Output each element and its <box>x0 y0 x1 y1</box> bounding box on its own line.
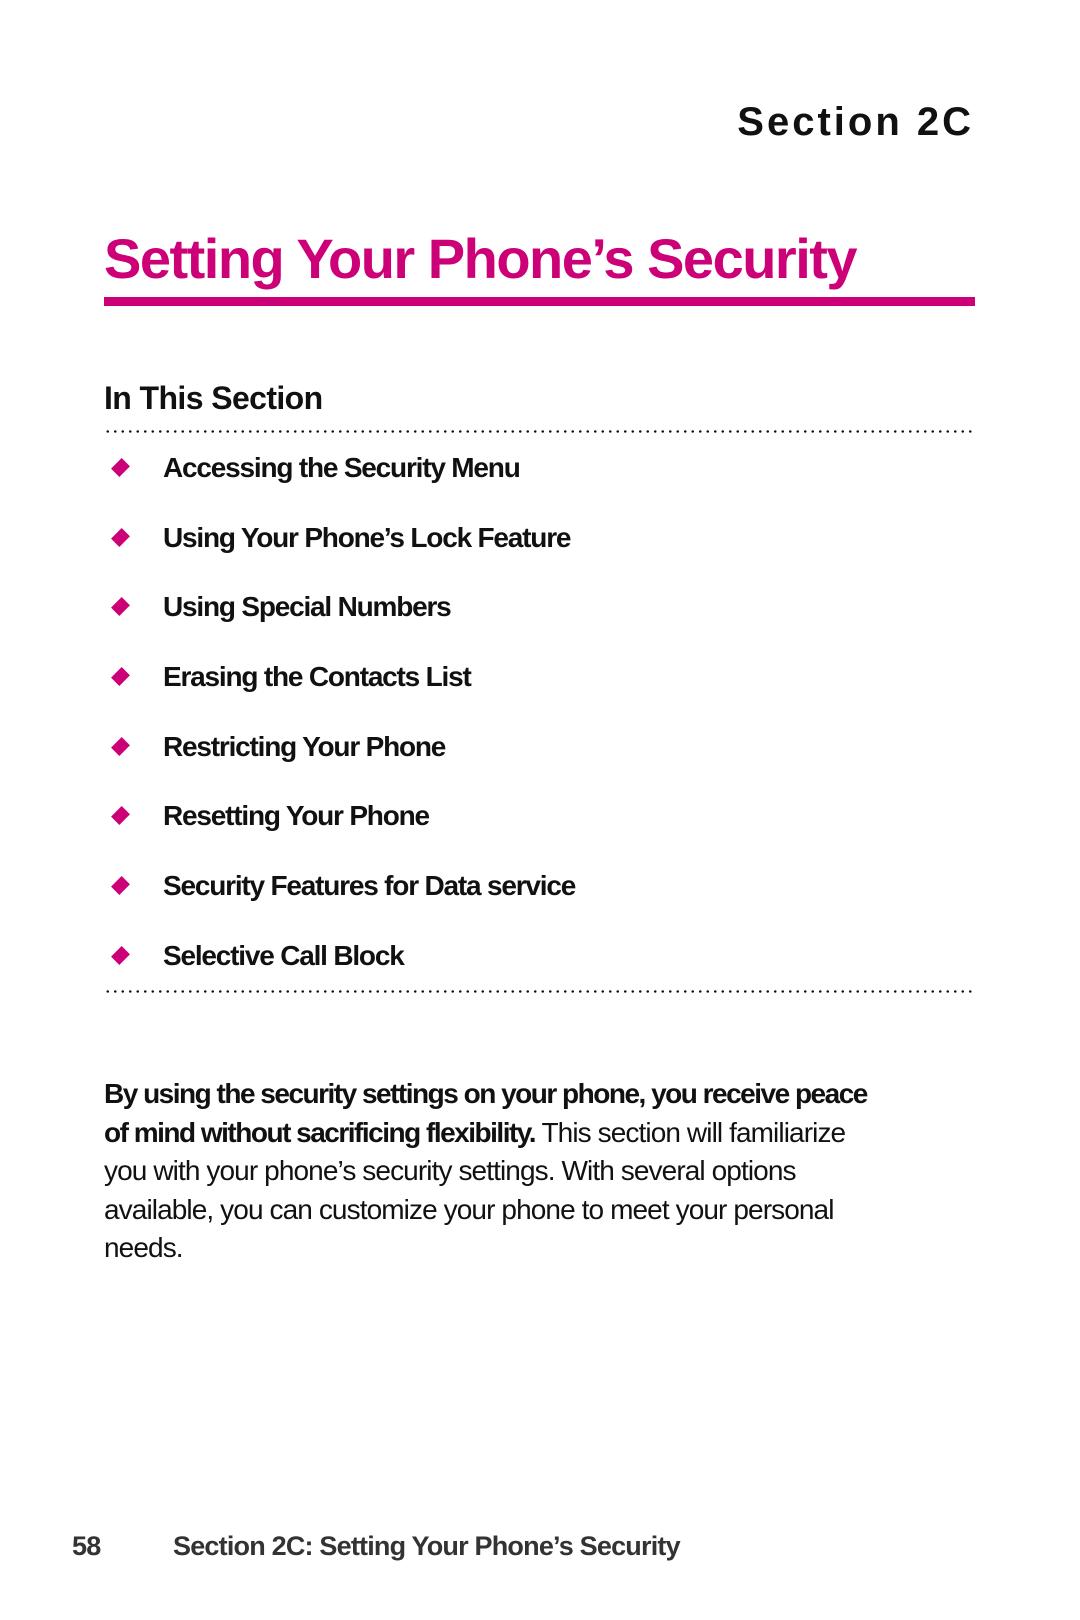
list-item: Restricting Your Phone <box>104 729 964 799</box>
list-item: Security Features for Data service <box>104 868 964 938</box>
section-label: Section 2C <box>737 100 974 144</box>
in-this-section-heading: In This Section <box>104 380 323 416</box>
list-item-label: Restricting Your Phone <box>163 730 446 762</box>
diamond-bullet-icon <box>111 527 130 547</box>
list-item: Resetting Your Phone <box>104 798 964 868</box>
list-item: Accessing the Security Menu <box>104 450 964 520</box>
running-title: Section 2C: Setting Your Phone’s Securit… <box>173 1531 681 1561</box>
list-item: Selective Call Block <box>104 938 964 1008</box>
dotted-divider-bottom <box>104 990 975 993</box>
list-item-label: Selective Call Block <box>163 939 405 971</box>
title-rule <box>104 297 975 306</box>
list-item-label: Security Features for Data service <box>163 870 576 902</box>
list-item-label: Using Special Numbers <box>163 591 452 623</box>
list-item-label: Resetting Your Phone <box>163 800 430 832</box>
intro-paragraph: By using the security settings on your p… <box>104 1075 894 1268</box>
list-item-label: Using Your Phone’s Lock Feature <box>163 521 571 553</box>
dotted-divider-top <box>104 430 975 433</box>
diamond-bullet-icon <box>111 736 130 756</box>
diamond-bullet-icon <box>111 945 130 965</box>
diamond-bullet-icon <box>111 667 130 687</box>
list-item: Erasing the Contacts List <box>104 659 964 729</box>
list-item-label: Erasing the Contacts List <box>163 661 472 693</box>
list-item: Using Your Phone’s Lock Feature <box>104 520 964 590</box>
list-item-label: Accessing the Security Menu <box>163 452 521 483</box>
section-contents-list: Accessing the Security Menu Using Your P… <box>104 450 964 1008</box>
diamond-bullet-icon <box>111 597 130 617</box>
diamond-bullet-icon <box>111 876 130 896</box>
list-item: Using Special Numbers <box>104 589 964 659</box>
page-title: Setting Your Phone’s Security <box>104 227 858 290</box>
diamond-bullet-icon <box>111 458 130 477</box>
page-number: 58 <box>72 1531 101 1561</box>
diamond-bullet-icon <box>111 806 130 826</box>
page-footer: 58 Section 2C: Setting Your Phone’s Secur… <box>72 1531 681 1562</box>
